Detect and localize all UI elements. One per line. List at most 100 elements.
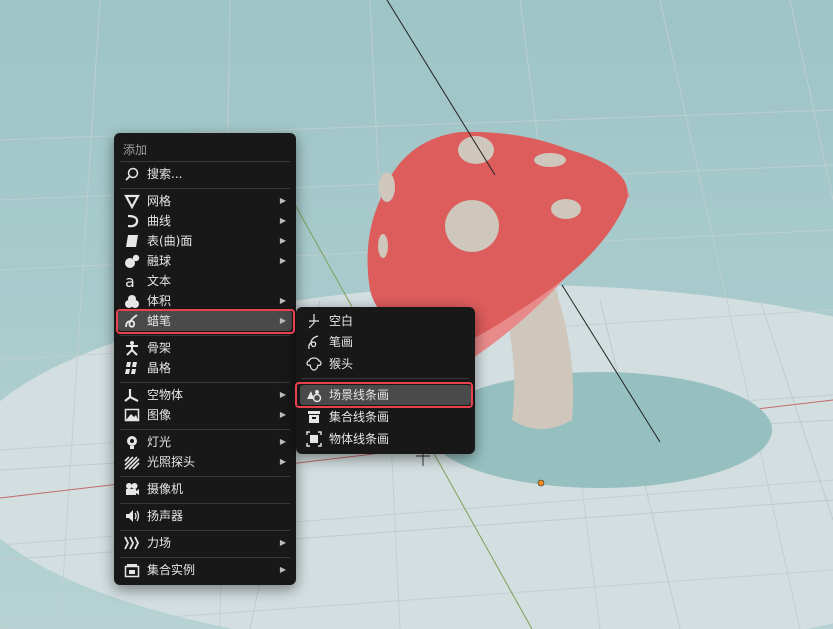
submenu-item-scene-lineart[interactable]: 场景线条画 [300, 385, 471, 405]
submenu-item-label: 空白 [329, 314, 354, 328]
menu-item-label: 搜索... [147, 167, 183, 181]
menu-item-camera[interactable]: 摄像机 [118, 479, 292, 499]
image-icon [124, 407, 140, 423]
lattice-icon [124, 360, 140, 376]
add-menu: 添加 搜索... 网格 ▶ 曲线 ▶ 表(曲)面 ▶ 融球 ▶ a 文本 体积 … [114, 133, 296, 585]
menu-divider [120, 429, 290, 430]
submenu-arrow-icon: ▶ [279, 256, 286, 265]
menu-item-label: 摄像机 [147, 482, 184, 496]
submenu-arrow-icon: ▶ [279, 296, 286, 305]
submenu-arrow-icon: ▶ [279, 457, 286, 466]
camera-icon [124, 481, 140, 497]
menu-item-label: 曲线 [147, 214, 172, 228]
scene-lineart-icon [306, 387, 322, 403]
menu-item-surface[interactable]: 表(曲)面 ▶ [118, 231, 292, 251]
menu-divider [120, 382, 290, 383]
menu-divider [120, 188, 290, 189]
object-origin [537, 479, 545, 487]
submenu-arrow-icon: ▶ [279, 538, 286, 547]
menu-item-image[interactable]: 图像 ▶ [118, 405, 292, 425]
surface-icon [124, 233, 140, 249]
collection-lineart-icon [306, 409, 322, 425]
stroke-icon [306, 334, 322, 350]
menu-item-lattice[interactable]: 晶格 [118, 358, 292, 378]
submenu-item-label: 集合线条画 [329, 410, 390, 424]
submenu-arrow-icon: ▶ [279, 437, 286, 446]
menu-divider [120, 335, 290, 336]
menu-item-label: 力场 [147, 536, 172, 550]
mesh-icon [124, 193, 140, 209]
menu-item-label: 网格 [147, 194, 172, 208]
menu-item-armature[interactable]: 骨架 [118, 338, 292, 358]
menu-item-curve[interactable]: 曲线 ▶ [118, 211, 292, 231]
submenu-arrow-icon: ▶ [279, 196, 286, 205]
menu-item-label: 图像 [147, 408, 172, 422]
menu-item-text[interactable]: a 文本 [118, 271, 292, 291]
curve-icon [124, 213, 140, 229]
svg-text:a: a [125, 273, 135, 289]
menu-item-metaball[interactable]: 融球 ▶ [118, 251, 292, 271]
grease-pencil-icon [124, 313, 140, 329]
submenu-item-stroke[interactable]: 笔画 [300, 332, 471, 352]
armature-icon [124, 340, 140, 356]
menu-item-label: 扬声器 [147, 509, 184, 523]
monkey-icon [306, 356, 322, 372]
submenu-item-blank[interactable]: 空白 [300, 311, 471, 331]
light-icon [124, 434, 140, 450]
search-icon [124, 166, 140, 182]
submenu-arrow-icon: ▶ [279, 216, 286, 225]
menu-item-label: 光照探头 [147, 455, 196, 469]
menu-item-light[interactable]: 灯光 ▶ [118, 432, 292, 452]
menu-item-label: 空物体 [147, 388, 184, 402]
light-probe-icon [124, 454, 140, 470]
menu-item-grease-pencil[interactable]: 蜡笔 ▶ [118, 311, 292, 331]
force-field-icon [124, 535, 140, 551]
menu-item-label: 蜡笔 [147, 314, 172, 328]
menu-item-label: 文本 [147, 274, 172, 288]
submenu-item-monkey[interactable]: 猴头 [300, 354, 471, 374]
mushroom-shadow [428, 372, 772, 488]
collection-instance-icon [124, 562, 140, 578]
empty-icon [124, 387, 140, 403]
submenu-item-label: 场景线条画 [329, 388, 390, 402]
menu-divider [302, 378, 469, 379]
submenu-item-collection-lineart[interactable]: 集合线条画 [300, 407, 471, 427]
metaball-icon [124, 253, 140, 269]
object-lineart-icon [306, 431, 322, 447]
menu-item-label: 骨架 [147, 341, 172, 355]
submenu-arrow-icon: ▶ [279, 565, 286, 574]
menu-item-speaker[interactable]: 扬声器 [118, 506, 292, 526]
submenu-item-label: 物体线条画 [329, 432, 390, 446]
menu-item-volume[interactable]: 体积 ▶ [118, 291, 292, 311]
menu-item-empty[interactable]: 空物体 ▶ [118, 385, 292, 405]
submenu-arrow-icon: ▶ [279, 316, 286, 325]
menu-item-label: 集合实例 [147, 563, 196, 577]
menu-item-collection-instance[interactable]: 集合实例 ▶ [118, 560, 292, 580]
grease-pencil-submenu: 空白 笔画 猴头 场景线条画 集合线条画 物体线条画 [296, 307, 475, 454]
blank-stroke-icon [306, 313, 322, 329]
submenu-arrow-icon: ▶ [279, 410, 286, 419]
menu-divider [120, 503, 290, 504]
text-icon: a [124, 273, 140, 289]
submenu-item-label: 笔画 [329, 335, 354, 349]
submenu-item-label: 猴头 [329, 357, 354, 371]
speaker-icon [124, 508, 140, 524]
menu-divider [120, 476, 290, 477]
menu-item-force-field[interactable]: 力场 ▶ [118, 533, 292, 553]
menu-divider [120, 557, 290, 558]
menu-divider [120, 530, 290, 531]
menu-item-label: 晶格 [147, 361, 172, 375]
submenu-item-object-lineart[interactable]: 物体线条画 [300, 429, 471, 449]
menu-divider [120, 161, 290, 162]
submenu-arrow-icon: ▶ [279, 390, 286, 399]
submenu-arrow-icon: ▶ [279, 236, 286, 245]
menu-title: 添加 [123, 143, 148, 157]
menu-item-label: 灯光 [147, 435, 172, 449]
menu-item-label: 表(曲)面 [147, 234, 193, 248]
menu-item-label: 融球 [147, 254, 172, 268]
volume-icon [124, 293, 140, 309]
menu-item-search[interactable]: 搜索... [118, 164, 292, 184]
menu-item-label: 体积 [147, 294, 172, 308]
menu-item-light-probe[interactable]: 光照探头 ▶ [118, 452, 292, 472]
menu-item-mesh[interactable]: 网格 ▶ [118, 191, 292, 211]
